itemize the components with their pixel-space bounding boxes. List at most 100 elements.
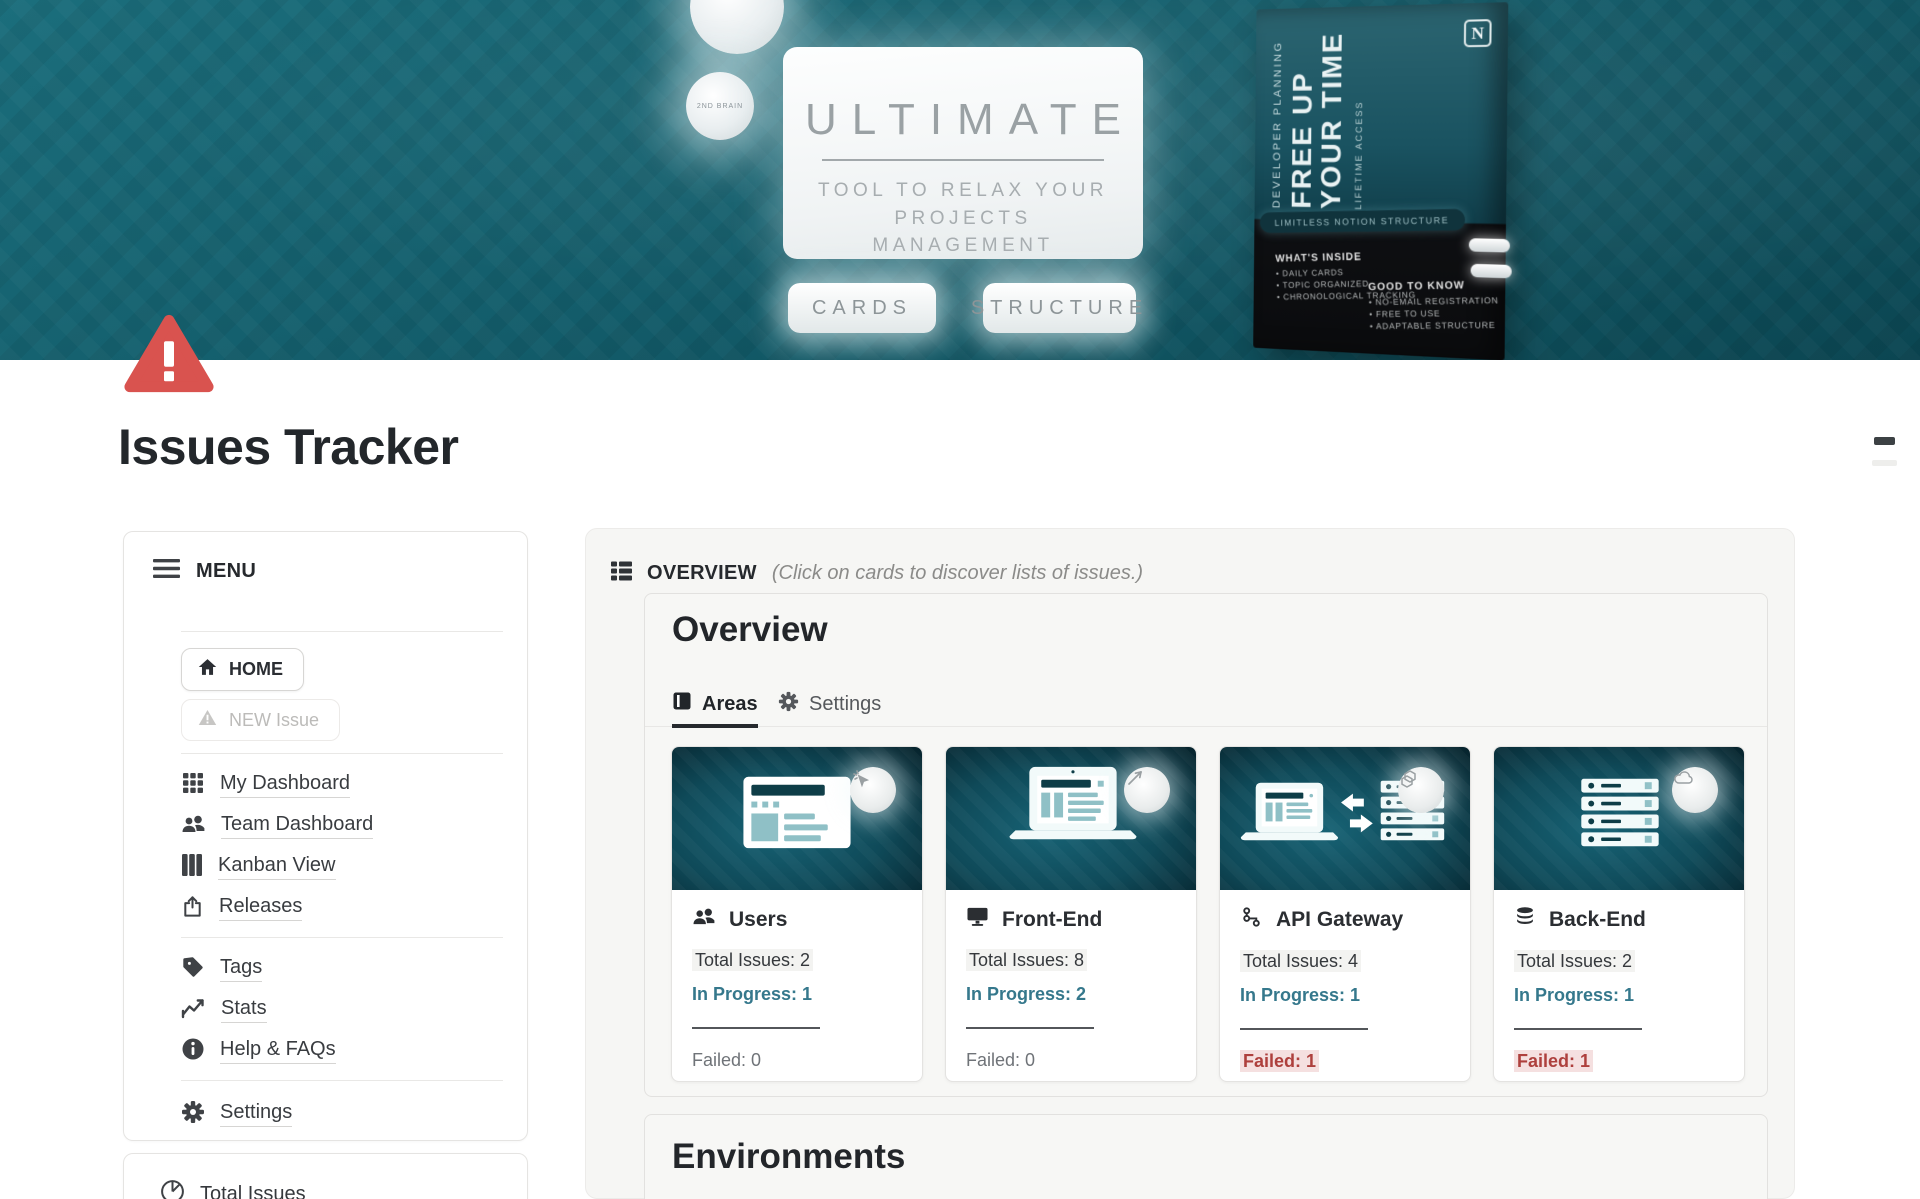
cloud-icon — [1672, 767, 1718, 813]
stat-failed: Failed: 1 — [1514, 1051, 1724, 1072]
menu-title: MENU — [196, 560, 256, 583]
whats-inside-item: DAILY CARDS — [1276, 265, 1415, 278]
active-tab-underline — [672, 724, 758, 728]
sidebar-item-label: Help & FAQs — [220, 1038, 336, 1064]
good-to-know-list: GOOD TO KNOW NO-EMAIL REGISTRATION FREE … — [1368, 279, 1500, 333]
line-chart-icon — [181, 997, 206, 1024]
tab-settings[interactable]: Settings — [778, 691, 881, 718]
people-icon — [181, 813, 206, 840]
environments-heading: Environments — [672, 1137, 905, 1177]
card-divider — [1514, 1028, 1642, 1030]
menu-panel: MENU HOME NEW Issue — [123, 531, 528, 1141]
new-issue-button[interactable]: NEW Issue — [181, 699, 340, 741]
hero-card: ULTIMATE TOOL TO RELAX YOUR PROJECTS MAN… — [783, 47, 1143, 259]
sidebar-item-stats[interactable]: Stats — [181, 997, 503, 1023]
stat-total-issues: Total Issues: 8 — [966, 950, 1176, 971]
database-icon — [1514, 906, 1536, 934]
home-icon — [198, 658, 217, 681]
sidebar-item-label: Tags — [220, 956, 262, 982]
sidebar-item-team-dashboard[interactable]: Team Dashboard — [181, 813, 503, 839]
area-card-front-end[interactable]: Front-End Total Issues: 8 In Progress: 2… — [945, 746, 1197, 1082]
overview-card: Overview Areas Settings — [644, 593, 1768, 1097]
stat-total-issues: Total Issues: 4 — [1240, 951, 1450, 972]
sidebar-item-label: Releases — [219, 895, 302, 921]
product-box: N DEVELOPER PLANNING FREE UP YOUR TIME L… — [1253, 2, 1508, 360]
product-box-headline-2: YOUR TIME — [1317, 43, 1349, 210]
hamburger-icon[interactable] — [153, 558, 180, 584]
area-card-title: API Gateway — [1276, 908, 1403, 932]
stat-total-issues: Total Issues: 2 — [1514, 951, 1724, 972]
home-button[interactable]: HOME — [181, 648, 304, 691]
area-card-title: Front-End — [1002, 908, 1102, 932]
overview-tabs: Areas Settings — [645, 689, 1767, 727]
page-icon-warning-triangle[interactable] — [123, 314, 215, 394]
stat-in-progress: In Progress: 1 — [692, 984, 902, 1005]
server-stack-illustration — [1494, 747, 1744, 890]
grid-icon — [181, 771, 205, 800]
sidebar-item-label: Stats — [221, 997, 267, 1023]
section-title: OVERVIEW — [647, 562, 757, 585]
second-brain-badge: 2ND BRAIN — [686, 72, 754, 140]
stat-in-progress: In Progress: 2 — [966, 984, 1176, 1005]
environments-card: Environments — [644, 1114, 1768, 1199]
divider — [181, 937, 503, 938]
sidebar-item-kanban-view[interactable]: Kanban View — [181, 854, 503, 880]
tab-areas-label: Areas — [702, 693, 758, 716]
columns-icon — [181, 853, 203, 882]
product-box-tab — [1469, 238, 1510, 252]
area-card-back-end[interactable]: Back-End Total Issues: 2 In Progress: 1 … — [1493, 746, 1745, 1082]
sidebar-item-releases[interactable]: Releases — [181, 895, 503, 921]
stat-in-progress: In Progress: 1 — [1240, 985, 1450, 1006]
totals-widget-label: Total Issues — [200, 1183, 306, 1199]
hero-subtitle: TOOL TO RELAX YOUR PROJECTS MANAGEMENT — [783, 177, 1143, 260]
new-issue-button-label: NEW Issue — [229, 710, 319, 731]
page-title: Issues Tracker — [118, 418, 459, 476]
second-brain-badge-label: 2ND BRAIN — [697, 103, 743, 110]
warning-icon — [198, 709, 217, 731]
home-button-label: HOME — [229, 659, 283, 680]
scroll-handle — [1872, 460, 1897, 466]
totals-widget: Total Issues — [123, 1153, 528, 1199]
card-divider — [692, 1027, 820, 1029]
sidebar-item-tags[interactable]: Tags — [181, 956, 503, 982]
monitor-icon — [966, 906, 989, 933]
stat-failed: Failed: 0 — [966, 1050, 1176, 1071]
overview-panel: OVERVIEW (Click on cards to discover lis… — [585, 528, 1795, 1199]
good-to-know-item: FREE TO USE — [1369, 307, 1499, 319]
sidebar-item-settings[interactable]: Settings — [181, 1101, 503, 1127]
cover-banner: CLARITY 2ND BRAIN ULTIMATE TOOL TO RELAX… — [0, 0, 1920, 360]
stat-total-issues: Total Issues: 2 — [692, 950, 902, 971]
hero-title: ULTIMATE — [783, 95, 1143, 145]
card-divider — [1240, 1028, 1368, 1030]
laptop-server-sync-illustration — [1220, 747, 1470, 890]
tab-settings-label: Settings — [809, 693, 881, 716]
good-to-know-item: ADAPTABLE STRUCTURE — [1370, 320, 1500, 331]
area-card-api-gateway[interactable]: API Gateway Total Issues: 4 In Progress:… — [1219, 746, 1471, 1082]
tag-icon — [181, 955, 205, 984]
stat-failed: Failed: 1 — [1240, 1051, 1450, 1072]
divider — [181, 753, 503, 754]
browser-window-illustration — [672, 747, 922, 890]
pie-chart-icon — [160, 1179, 185, 1199]
sidebar-item-help-faqs[interactable]: Help & FAQs — [181, 1038, 503, 1064]
minimize-icon[interactable] — [1874, 437, 1895, 445]
sidebar-item-my-dashboard[interactable]: My Dashboard — [181, 772, 503, 798]
product-box-ribbon: LIMITLESS NOTION STRUCTURE — [1260, 209, 1466, 233]
cursor-click-icon — [850, 767, 896, 813]
whats-inside-title: WHAT'S INSIDE — [1275, 249, 1415, 264]
sidebar-item-label: My Dashboard — [220, 772, 350, 798]
server-rows-icon — [609, 559, 634, 588]
divider — [181, 1080, 503, 1081]
notion-logo-icon: N — [1464, 19, 1492, 47]
info-icon — [181, 1037, 205, 1066]
card-divider — [966, 1027, 1094, 1029]
good-to-know-title: GOOD TO KNOW — [1368, 279, 1498, 294]
area-card-title: Users — [729, 908, 787, 932]
product-box-side-label: DEVELOPER PLANNING — [1271, 44, 1284, 208]
area-card-users[interactable]: Users Total Issues: 2 In Progress: 1 Fai… — [671, 746, 923, 1082]
sidebar-item-label: Settings — [220, 1101, 292, 1127]
sidebar-item-label: Team Dashboard — [221, 813, 373, 839]
issues-tracker-page: CLARITY 2ND BRAIN ULTIMATE TOOL TO RELAX… — [0, 0, 1920, 1199]
tab-areas[interactable]: Areas — [672, 691, 758, 717]
laptop-illustration — [946, 747, 1196, 890]
